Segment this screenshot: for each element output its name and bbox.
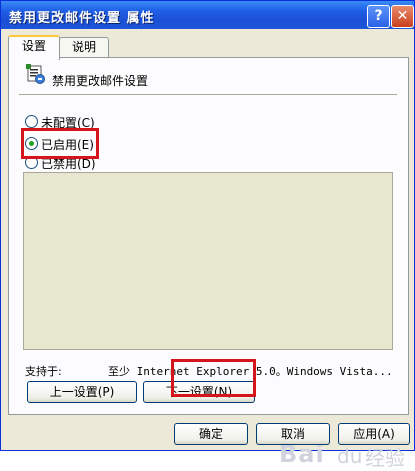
radio-button[interactable] (25, 115, 38, 128)
tab-settings[interactable]: 设置 (8, 35, 60, 60)
apply-button[interactable]: 应用(A) (338, 423, 410, 445)
tab-explain[interactable]: 说明 (59, 37, 109, 58)
policy-title: 禁用更改邮件设置 (52, 74, 149, 88)
properties-dialog: 禁用更改邮件设置 属性 ? ✕ 说明 设置 禁用更改邮件设置 未配置(C) 已启… (0, 0, 415, 470)
title-bar[interactable]: 禁用更改邮件设置 属性 ? ✕ (1, 1, 414, 29)
policy-setting-icon (26, 64, 45, 84)
help-button[interactable]: ? (367, 5, 390, 28)
paw-icon: du (337, 444, 363, 468)
cancel-button[interactable]: 取消 (256, 423, 330, 445)
watermark-cn: 经验 (365, 446, 405, 470)
description-area (23, 172, 393, 350)
highlight-enabled-annotation (21, 128, 99, 159)
separator (19, 94, 397, 95)
previous-setting-button[interactable]: 上一设置(P) (27, 381, 137, 403)
supported-on-label: 支持于: (25, 365, 62, 378)
window-title: 禁用更改邮件设置 属性 (9, 11, 155, 26)
highlight-ok-annotation (171, 359, 256, 397)
ok-button[interactable]: 确定 (174, 423, 248, 445)
close-button[interactable]: ✕ (391, 5, 414, 28)
